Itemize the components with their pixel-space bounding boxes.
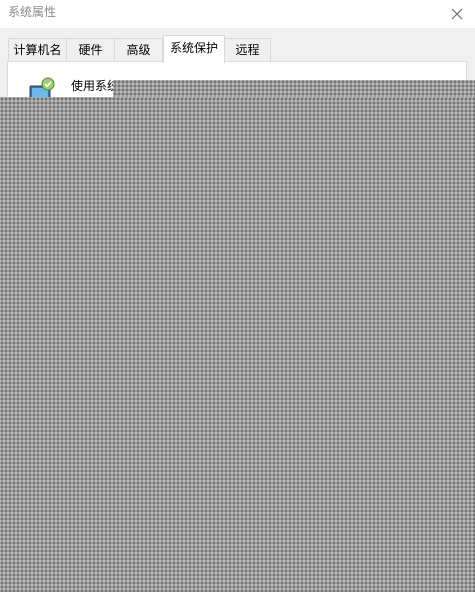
- obscured-area-main: [0, 97, 475, 592]
- tab-computer-name[interactable]: 计算机名: [8, 38, 67, 61]
- window-title: 系统属性: [8, 5, 57, 19]
- close-icon: [451, 8, 463, 20]
- obscured-area-top: [113, 80, 475, 97]
- close-button[interactable]: [439, 0, 475, 28]
- tab-hardware[interactable]: 硬件: [66, 38, 115, 61]
- system-properties-window: 系统属性 计算机名 硬件 高级 系统保护 远程 使用系统: [0, 0, 475, 592]
- system-protection-intro-text: 使用系统: [71, 79, 120, 93]
- tab-remote[interactable]: 远程: [224, 38, 271, 61]
- tab-system-protection[interactable]: 系统保护: [163, 35, 225, 63]
- tab-advanced[interactable]: 高级: [114, 38, 163, 61]
- title-bar: 系统属性: [0, 0, 475, 28]
